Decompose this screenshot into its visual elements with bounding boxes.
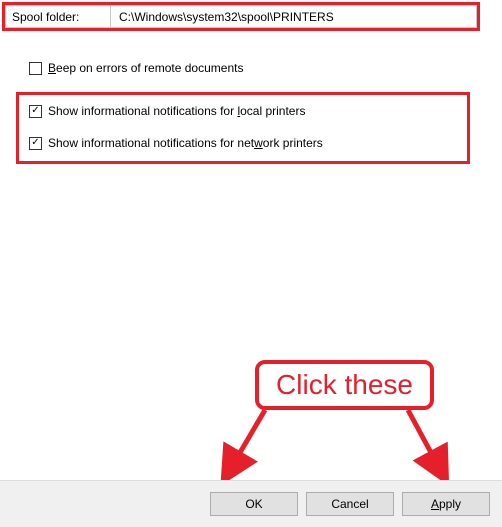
- network-notifications-label: Show informational notifications for net…: [48, 136, 323, 150]
- checkbox-checked-icon: ✓: [29, 105, 42, 118]
- local-notifications-row[interactable]: ✓ Show informational notifications for l…: [29, 104, 305, 118]
- apply-button[interactable]: Apply: [402, 492, 490, 516]
- network-notifications-row[interactable]: ✓ Show informational notifications for n…: [29, 136, 323, 150]
- local-notifications-label: Show informational notifications for loc…: [48, 104, 305, 118]
- spool-folder-row: Spool folder:: [2, 2, 480, 31]
- spool-folder-label: Spool folder:: [5, 5, 110, 28]
- cancel-button[interactable]: Cancel: [306, 492, 394, 516]
- spool-folder-input[interactable]: [110, 5, 477, 28]
- arrow-icon: [400, 408, 460, 488]
- highlight-box-notifications: [16, 92, 470, 164]
- callout-text: Click these: [276, 369, 413, 401]
- arrow-icon: [210, 408, 270, 488]
- beep-label: Beep on errors of remote documents: [48, 61, 243, 75]
- callout-click-these: Click these: [255, 360, 434, 410]
- beep-checkbox-row[interactable]: Beep on errors of remote documents: [29, 61, 243, 75]
- checkbox-unchecked-icon: [29, 62, 42, 75]
- dialog-button-bar: OK Cancel Apply: [0, 480, 502, 527]
- ok-button[interactable]: OK: [210, 492, 298, 516]
- checkbox-checked-icon: ✓: [29, 137, 42, 150]
